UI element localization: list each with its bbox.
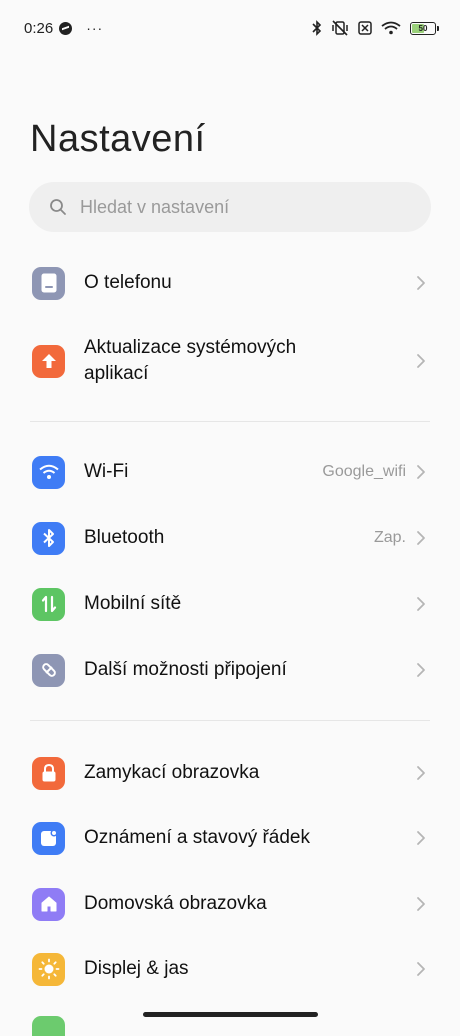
status-time: 0:26 [24, 19, 54, 37]
chevron-right-icon [417, 276, 425, 290]
settings-item-about-phone[interactable]: O telefonu [0, 255, 460, 311]
battery-percent: 50 [418, 23, 428, 33]
chevron-right-icon [417, 465, 425, 479]
sun-icon [32, 952, 65, 986]
bluetooth-status-icon [312, 20, 322, 36]
wifi-status-icon [381, 21, 401, 35]
chevron-right-icon [417, 663, 425, 677]
wifi-icon [32, 455, 65, 489]
search-input[interactable]: Hledat v nastavení [29, 182, 431, 232]
settings-item-bluetooth[interactable]: Bluetooth Zap. [0, 510, 460, 566]
settings-item-label: Mobilní sítě [84, 593, 182, 614]
notification-icon [32, 821, 65, 855]
settings-item-system-app-updates[interactable]: Aktualizace systémových aplikací [0, 331, 460, 391]
home-indicator[interactable] [143, 1012, 318, 1017]
page-title: Nastavení [30, 118, 206, 160]
chevron-right-icon [417, 531, 425, 545]
chevron-right-icon [417, 766, 425, 780]
settings-item-value: Zap. [373, 529, 406, 546]
vibrate-off-icon [332, 20, 348, 36]
settings-item-label: Displej & jas [84, 958, 189, 979]
settings-item-more-connections[interactable]: Další možnosti připojení [0, 642, 460, 698]
arrow-up-icon [32, 344, 65, 378]
phone-icon [32, 266, 65, 300]
settings-item-label: Zamykací obrazovka [84, 762, 260, 783]
settings-item-mobile-networks[interactable]: Mobilní sítě [0, 576, 460, 632]
status-bar: 0:26 ··· 50 [0, 0, 460, 56]
chevron-right-icon [417, 962, 425, 976]
battery-icon: 50 [410, 21, 439, 35]
search-placeholder: Hledat v nastavení [80, 196, 230, 217]
mobile-data-icon [32, 587, 65, 621]
chevron-right-icon [417, 354, 425, 368]
settings-item-label: Wi-Fi [84, 461, 129, 482]
chevron-right-icon [417, 897, 425, 911]
link-icon [32, 653, 65, 687]
chevron-right-icon [417, 597, 425, 611]
settings-item-label: Další možnosti připojení [84, 659, 287, 680]
settings-item-notifications-status-bar[interactable]: Oznámení a stavový řádek [0, 810, 460, 866]
settings-item-display-brightness[interactable]: Displej & jas [0, 941, 460, 997]
settings-item-value: Google_wifi [322, 463, 406, 480]
settings-item-wifi[interactable]: Wi-Fi Google_wifi [0, 444, 460, 500]
search-icon [50, 199, 66, 215]
bluetooth-icon [32, 521, 65, 555]
section-divider [30, 720, 430, 721]
no-sim-icon [358, 21, 372, 35]
settings-item-label: Domovská obrazovka [84, 893, 267, 914]
settings-item-home-screen[interactable]: Domovská obrazovka [0, 876, 460, 932]
status-right: 50 [312, 20, 439, 36]
settings-item-label: Oznámení a stavový řádek [84, 827, 310, 848]
messenger-icon [59, 21, 73, 35]
more-notifications-icon: ··· [86, 20, 104, 36]
settings-item-label: O telefonu [84, 272, 172, 293]
chevron-right-icon [417, 831, 425, 845]
lock-icon [32, 756, 65, 790]
settings-item-label: Aktualizace systémových aplikací [84, 337, 297, 384]
next-item-icon-partial [32, 1016, 65, 1036]
home-icon [32, 887, 65, 921]
status-left: 0:26 ··· [24, 20, 103, 37]
section-divider [30, 421, 430, 422]
settings-item-lock-screen[interactable]: Zamykací obrazovka [0, 745, 460, 801]
settings-item-label: Bluetooth [84, 527, 165, 548]
